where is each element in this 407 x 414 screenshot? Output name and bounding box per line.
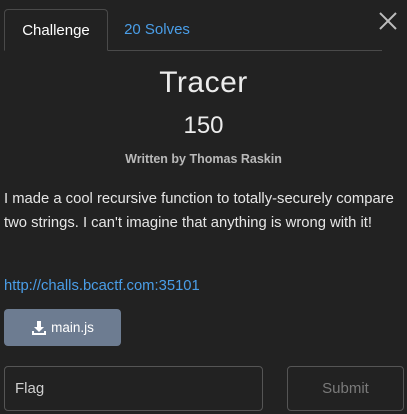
tab-challenge[interactable]: Challenge bbox=[4, 9, 108, 51]
challenge-title: Tracer bbox=[159, 66, 248, 99]
download-icon bbox=[31, 320, 47, 336]
file-label: main.js bbox=[51, 320, 94, 335]
challenge-points: 150 bbox=[183, 112, 224, 139]
challenge-description: I made a cool recursive function to tota… bbox=[4, 191, 394, 231]
challenge-author: Written by Thomas Raskin bbox=[125, 152, 282, 166]
challenge-modal: Challenge 20 Solves Tracer 150 Written b… bbox=[0, 0, 407, 414]
modal-tabs: Challenge 20 Solves bbox=[4, 9, 382, 51]
submit-button[interactable]: Submit bbox=[287, 366, 404, 411]
flag-input[interactable] bbox=[4, 366, 263, 411]
tab-solves[interactable]: 20 Solves bbox=[116, 9, 198, 50]
file-download-button[interactable]: main.js bbox=[4, 309, 121, 346]
challenge-link[interactable]: http://challs.bcactf.com:35101 bbox=[4, 278, 200, 294]
